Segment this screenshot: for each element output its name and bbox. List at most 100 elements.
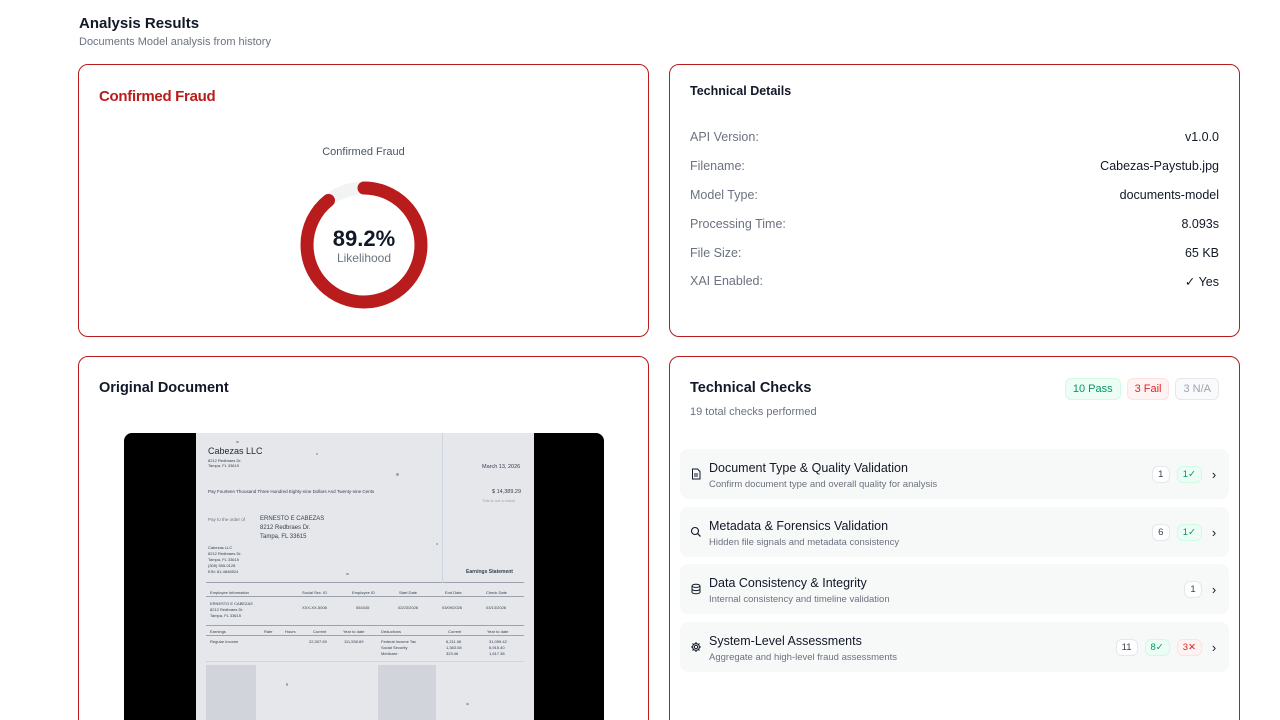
paystub-image: Cabezas LLC 8212 Redbraes Dr. Tampa, FL … bbox=[196, 433, 534, 720]
check-category-system-level[interactable]: System-Level Assessments Aggregate and h… bbox=[680, 621, 1229, 672]
doc-company-addr2: Tampa, FL 33615 bbox=[208, 463, 239, 468]
check-pass-pill: 1✓ bbox=[1176, 523, 1202, 541]
doc-earn-header: Rate bbox=[264, 629, 273, 634]
check-pass-pill: 1✓ bbox=[1176, 466, 1202, 483]
detail-row-file-size: File Size: 65 KB bbox=[690, 238, 1219, 267]
detail-key: API Version: bbox=[690, 130, 759, 145]
doc-noise bbox=[466, 703, 469, 705]
detail-row-processing-time: Processing Time: 8.093s bbox=[690, 209, 1219, 238]
chevron-right-icon[interactable]: › bbox=[1209, 582, 1219, 597]
doc-noise bbox=[236, 441, 239, 443]
doc-earn-header: Hours bbox=[285, 629, 296, 634]
doc-noise bbox=[346, 573, 349, 575]
doc-earnings-statement: Earnings Statement bbox=[466, 569, 513, 575]
technical-checks-subtitle: 19 total checks performed bbox=[690, 406, 817, 418]
doc-earn-header: Year to date bbox=[487, 629, 509, 634]
doc-earn-header: Current bbox=[448, 629, 462, 634]
original-document-card: Original Document Cabezas LLC 8212 Redbr… bbox=[78, 356, 649, 720]
document-preview[interactable]: Cabezas LLC 8212 Redbraes Dr. Tampa, FL … bbox=[124, 433, 604, 720]
doc-pay-to-label: Pay to the order of bbox=[208, 517, 246, 522]
doc-payee-name: ERNESTO E CABEZAS bbox=[260, 516, 325, 522]
doc-payee-addr1: 8212 Redbraes Dr. bbox=[260, 525, 311, 531]
verdict-card: Confirmed Fraud Confirmed Fraud 89.2% Li… bbox=[78, 64, 649, 337]
check-category-document-type[interactable]: Document Type & Quality Validation Confi… bbox=[680, 449, 1229, 499]
doc-table-header: Check Date bbox=[486, 590, 507, 595]
doc-table-value: 8212 Redbraes Dr. bbox=[210, 607, 244, 612]
doc-earn-header: Current bbox=[313, 629, 327, 634]
doc-deduction-ytd: 31,059.42 bbox=[489, 639, 507, 644]
doc-earn-header: Deductions bbox=[381, 629, 402, 634]
check-total-pill: 1 bbox=[1184, 581, 1202, 598]
check-category-description: Aggregate and high-level fraud assessmen… bbox=[709, 651, 898, 663]
likelihood-gauge: 89.2% Likelihood bbox=[298, 179, 430, 311]
doc-noise bbox=[316, 453, 318, 455]
doc-table-header: Employee ID bbox=[352, 590, 375, 595]
doc-table-value: ERNESTO E CABEZAS bbox=[210, 601, 253, 606]
doc-shaded-column bbox=[378, 665, 436, 720]
check-fail-pill: 3✕ bbox=[1176, 638, 1202, 656]
doc-company: Cabezas LLC bbox=[208, 446, 263, 456]
doc-table-header: Social Sec. ID bbox=[302, 590, 328, 595]
technical-checks-card: Technical Checks 19 total checks perform… bbox=[669, 356, 1240, 720]
chevron-right-icon[interactable]: › bbox=[1209, 640, 1219, 655]
technical-details-title: Technical Details bbox=[690, 84, 792, 98]
doc-divider bbox=[206, 596, 524, 597]
detail-key: Processing Time: bbox=[690, 216, 786, 231]
doc-divider bbox=[206, 635, 524, 636]
doc-deduction-current: 6,211.06 bbox=[446, 639, 462, 644]
detail-key: XAI Enabled: bbox=[690, 274, 763, 289]
check-summary-badges: 10 Pass 3 Fail 3 N/A bbox=[1064, 378, 1219, 400]
check-category-name: Metadata & Forensics Validation bbox=[709, 518, 889, 533]
doc-earn-value: Regular Income bbox=[210, 639, 239, 644]
detail-key: File Size: bbox=[690, 245, 742, 260]
doc-earn-header: Earnings bbox=[210, 629, 226, 634]
doc-noise bbox=[436, 543, 438, 545]
doc-amount-words: Pay Fourteen Thousand Three Hundred Eigh… bbox=[208, 489, 375, 494]
doc-earn-header: Year to date bbox=[343, 629, 365, 634]
chevron-right-icon[interactable]: › bbox=[1209, 525, 1219, 540]
doc-employer-line: Tampa, FL 33615 bbox=[208, 557, 239, 562]
page-title: Analysis Results bbox=[79, 15, 200, 32]
search-icon bbox=[690, 526, 702, 538]
check-category-description: Hidden file signals and metadata consist… bbox=[709, 536, 900, 548]
doc-payee-addr2: Tampa, FL 33615 bbox=[260, 534, 307, 540]
doc-divider bbox=[206, 661, 524, 662]
doc-deduction-name: Social Security bbox=[381, 645, 408, 650]
doc-table-value: 03/13/2026 bbox=[486, 605, 507, 610]
gear-icon bbox=[690, 641, 702, 653]
page-header: Analysis Results Documents Model analysi… bbox=[79, 14, 271, 48]
doc-deduction-current: 1,383.08 bbox=[446, 645, 462, 650]
original-document-title: Original Document bbox=[99, 380, 229, 396]
detail-key: Filename: bbox=[690, 159, 745, 174]
doc-table-value: 02/23/2026 bbox=[398, 605, 419, 610]
doc-deduction-ytd: 6,915.40 bbox=[489, 645, 505, 650]
check-category-data-consistency[interactable]: Data Consistency & Integrity Internal co… bbox=[680, 564, 1229, 614]
doc-table-value: 554345 bbox=[356, 605, 370, 610]
database-icon bbox=[690, 583, 702, 595]
gauge-sublabel: Likelihood bbox=[336, 251, 392, 265]
doc-divider bbox=[206, 582, 524, 583]
pass-count-badge: 10 Pass bbox=[1064, 378, 1121, 400]
doc-deduction-name: Medicare bbox=[381, 651, 398, 656]
doc-earn-value: 111,538.69 bbox=[344, 639, 364, 644]
detail-value: 65 KB bbox=[1184, 245, 1219, 260]
detail-row-xai-enabled: XAI Enabled: ✓ Yes bbox=[690, 267, 1219, 296]
check-category-metadata[interactable]: Metadata & Forensics Validation Hidden f… bbox=[680, 506, 1229, 557]
technical-checks-title: Technical Checks bbox=[690, 380, 812, 396]
fail-count-badge: 3 Fail bbox=[1126, 378, 1170, 400]
check-total-pill: 1 bbox=[1151, 466, 1170, 483]
doc-divider bbox=[206, 625, 524, 626]
doc-employer-line: EIN: 81-4848524 bbox=[208, 569, 239, 574]
doc-table-value: 03/09/2026 bbox=[442, 605, 463, 610]
detail-value: v1.0.0 bbox=[1184, 130, 1219, 145]
page-subtitle: Documents Model analysis from history bbox=[79, 36, 271, 48]
check-pass-pill: 8✓ bbox=[1144, 638, 1170, 656]
doc-employer-line: (305) 555-0128 bbox=[208, 563, 236, 568]
chevron-right-icon[interactable]: › bbox=[1209, 467, 1219, 482]
check-category-list: Document Type & Quality Validation Confi… bbox=[680, 449, 1229, 679]
doc-employer-line: 8212 Redbraes Dr. bbox=[208, 551, 242, 556]
gauge-label: Confirmed Fraud bbox=[322, 146, 405, 158]
detail-value: 8.093s bbox=[1181, 216, 1219, 231]
check-category-name: System-Level Assessments bbox=[709, 633, 862, 648]
doc-date: March 13, 2026 bbox=[482, 464, 521, 470]
